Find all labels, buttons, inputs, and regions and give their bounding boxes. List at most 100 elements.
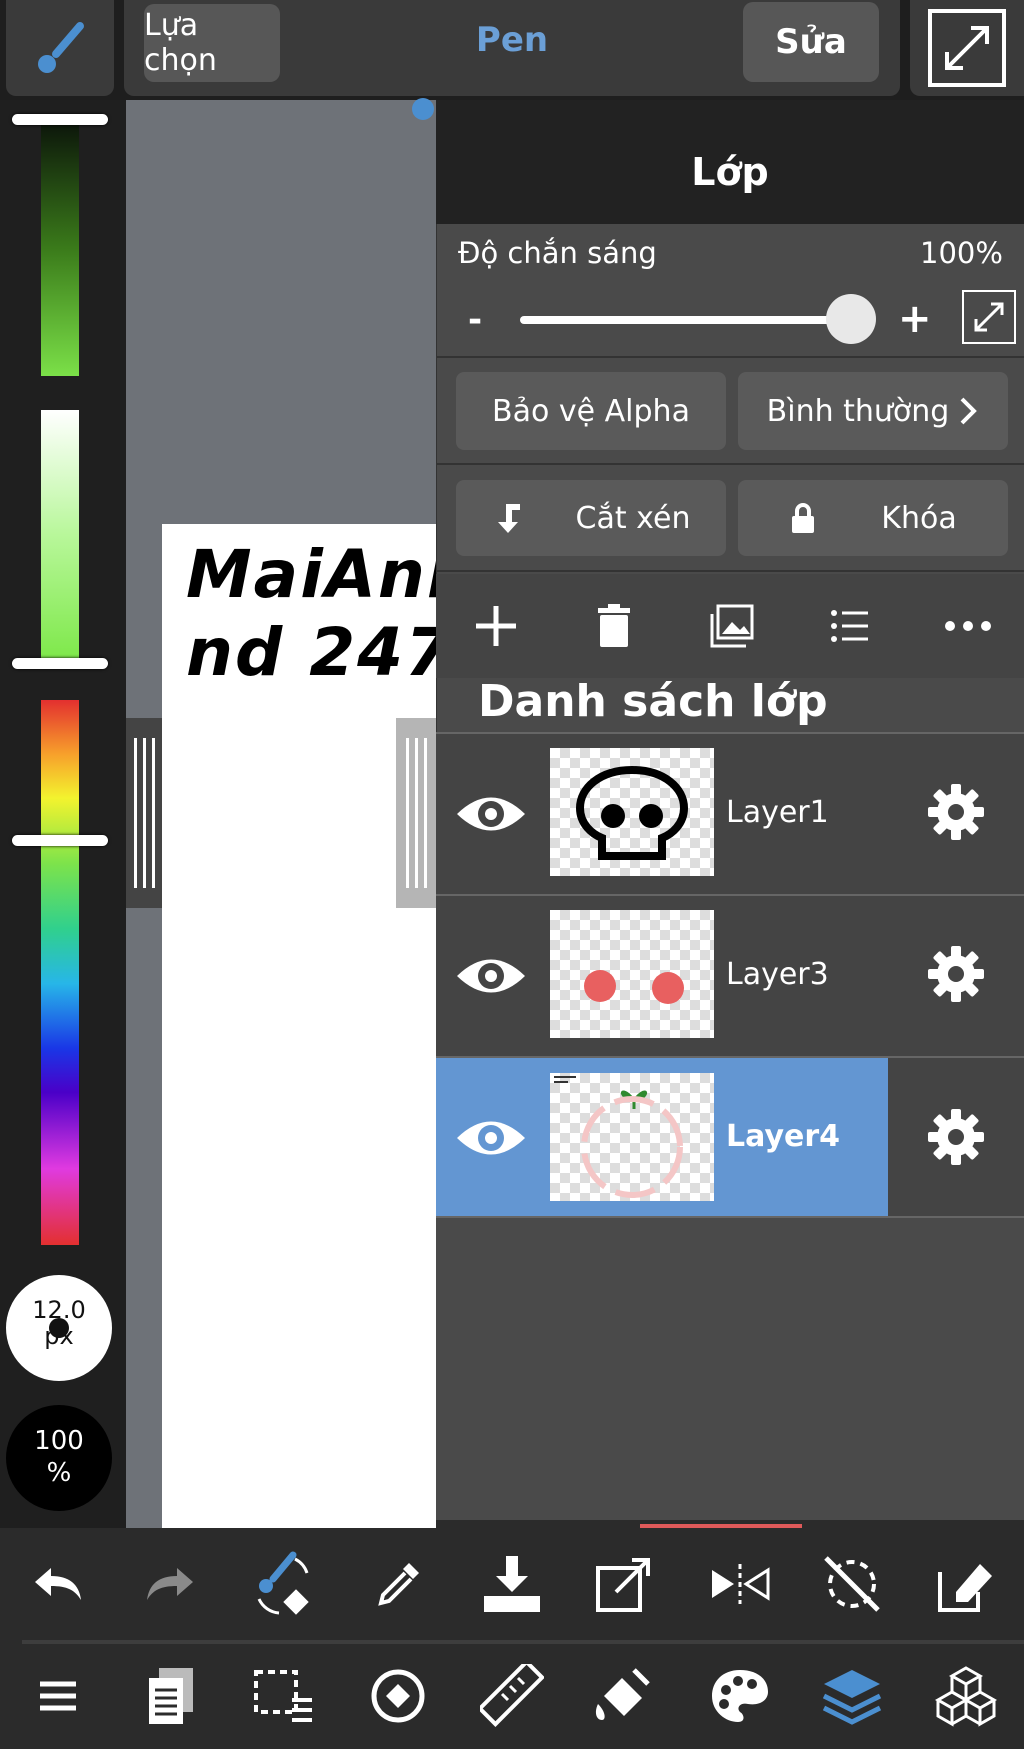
- selection-tool-button[interactable]: [234, 1646, 334, 1746]
- layer-opacity-slider-knob[interactable]: [826, 294, 876, 344]
- visibility-toggle[interactable]: [436, 896, 546, 1056]
- rotate-lock-button[interactable]: [802, 1534, 902, 1634]
- snap-button[interactable]: [348, 1646, 448, 1746]
- divider: [436, 570, 1024, 572]
- ruler-button[interactable]: [462, 1646, 562, 1746]
- undo-button[interactable]: [8, 1534, 108, 1634]
- list-icon: [831, 610, 868, 642]
- trash-icon: [598, 604, 630, 647]
- palette-icon: [712, 1670, 768, 1722]
- save-button[interactable]: [462, 1534, 562, 1634]
- layer-panel-title: Lớp: [436, 100, 1024, 224]
- alpha-protect-button[interactable]: Bảo vệ Alpha: [456, 372, 726, 450]
- edit-button[interactable]: Sửa: [743, 2, 879, 82]
- layer-settings-button[interactable]: [888, 732, 1024, 892]
- fullscreen-icon: [928, 9, 1006, 87]
- opacity-expand-button[interactable]: [962, 290, 1016, 344]
- brush-opacity-button[interactable]: 100 %: [6, 1405, 112, 1511]
- delete-layer-button[interactable]: [564, 576, 664, 676]
- visibility-toggle[interactable]: [436, 734, 546, 894]
- layer-opacity-value: 100%: [920, 236, 1003, 270]
- grip-line: [133, 738, 137, 888]
- brush-swap-icon: [257, 1551, 309, 1615]
- layer-list-view-button[interactable]: [800, 576, 900, 676]
- layer-thumbnail[interactable]: [550, 910, 714, 1038]
- blend-mode-label: Bình thường: [766, 393, 950, 429]
- current-tool-name[interactable]: Pen: [420, 20, 604, 66]
- opacity-increase-button[interactable]: +: [898, 296, 932, 342]
- more-options-button[interactable]: [918, 576, 1018, 676]
- fill-button[interactable]: [574, 1646, 674, 1746]
- eraser-button[interactable]: [916, 1534, 1016, 1634]
- gear-icon: [928, 1109, 984, 1165]
- menu-button[interactable]: [8, 1646, 108, 1746]
- layer-thumbnail[interactable]: [550, 1073, 714, 1201]
- blend-mode-button[interactable]: Bình thường: [738, 372, 1008, 450]
- grip-line: [405, 738, 409, 888]
- layer-preview-icon: [554, 1076, 683, 1198]
- ruler-icon: [480, 1664, 544, 1727]
- layer-panel-grip[interactable]: [396, 718, 436, 908]
- redo-button[interactable]: [120, 1534, 220, 1634]
- skull-icon: [575, 765, 689, 860]
- clipping-label: Cắt xén: [575, 500, 691, 536]
- transform-button[interactable]: [574, 1534, 674, 1634]
- fullscreen-button[interactable]: [910, 0, 1024, 96]
- gear-icon: [928, 784, 984, 840]
- lock-button[interactable]: Khóa: [738, 480, 1008, 556]
- flip-icon: [712, 1564, 770, 1604]
- layer-settings-button[interactable]: [888, 1058, 1024, 1216]
- color-bar-handle[interactable]: [12, 114, 108, 125]
- eyedropper-button[interactable]: [348, 1534, 448, 1634]
- layers-button[interactable]: [802, 1646, 902, 1746]
- left-panel-grip[interactable]: [126, 718, 162, 908]
- eyedropper-icon: [378, 1563, 419, 1606]
- color-shade-dark-bar[interactable]: [41, 120, 79, 376]
- selection-button[interactable]: Lựa chọn: [144, 4, 280, 82]
- layer-settings-button[interactable]: [888, 894, 1024, 1054]
- pages-button[interactable]: [120, 1646, 220, 1746]
- menu-icon: [40, 1681, 76, 1711]
- eraser-icon: [938, 1564, 992, 1612]
- lock-icon: [792, 503, 815, 533]
- brush-opacity-unit: %: [46, 1458, 72, 1488]
- divider: [436, 356, 1024, 358]
- fill-icon: [595, 1668, 650, 1720]
- layer-panel-title-text: Lớp: [691, 150, 769, 194]
- layer-thumbnail[interactable]: [550, 748, 714, 876]
- layers-icon: [822, 1670, 882, 1725]
- color-bar-handle[interactable]: [12, 658, 108, 669]
- clipping-button[interactable]: Cắt xén: [456, 480, 726, 556]
- brush-swap-button[interactable]: [234, 1534, 334, 1634]
- visibility-toggle[interactable]: [436, 1058, 546, 1218]
- layer-opacity-slider[interactable]: [520, 316, 850, 324]
- plus-icon: [476, 606, 516, 646]
- rotate-lock-icon: [824, 1556, 880, 1612]
- brush-tool-button[interactable]: [6, 0, 114, 96]
- redo-icon: [147, 1568, 193, 1600]
- layer-name: Layer3: [726, 957, 829, 992]
- image-icon: [710, 604, 754, 648]
- snap-icon: [371, 1669, 425, 1723]
- layer-opacity-label: Độ chắn sáng: [458, 236, 657, 270]
- grip-line: [423, 738, 427, 888]
- import-image-layer-button[interactable]: [682, 576, 782, 676]
- transform-icon: [596, 1558, 650, 1612]
- materials-button[interactable]: [916, 1646, 1016, 1746]
- color-shade-light-bar[interactable]: [41, 410, 79, 660]
- more-icon: [945, 621, 991, 631]
- add-layer-button[interactable]: [446, 576, 546, 676]
- opacity-decrease-button[interactable]: -: [468, 300, 482, 340]
- canvas-scroll-indicator: [412, 98, 434, 120]
- layer-list-empty-area: [436, 1218, 1024, 1520]
- color-palette-button[interactable]: [690, 1646, 790, 1746]
- brush-size-button[interactable]: 12.0 px: [6, 1275, 112, 1381]
- eye-icon: [457, 959, 525, 993]
- clip-arrow-icon: [497, 504, 520, 533]
- flip-button[interactable]: [690, 1534, 790, 1634]
- hue-bar[interactable]: [41, 700, 79, 1245]
- brush-opacity-value: 100: [34, 1426, 84, 1456]
- gear-icon: [928, 946, 984, 1002]
- save-icon: [484, 1556, 540, 1612]
- hue-bar-handle[interactable]: [12, 835, 108, 846]
